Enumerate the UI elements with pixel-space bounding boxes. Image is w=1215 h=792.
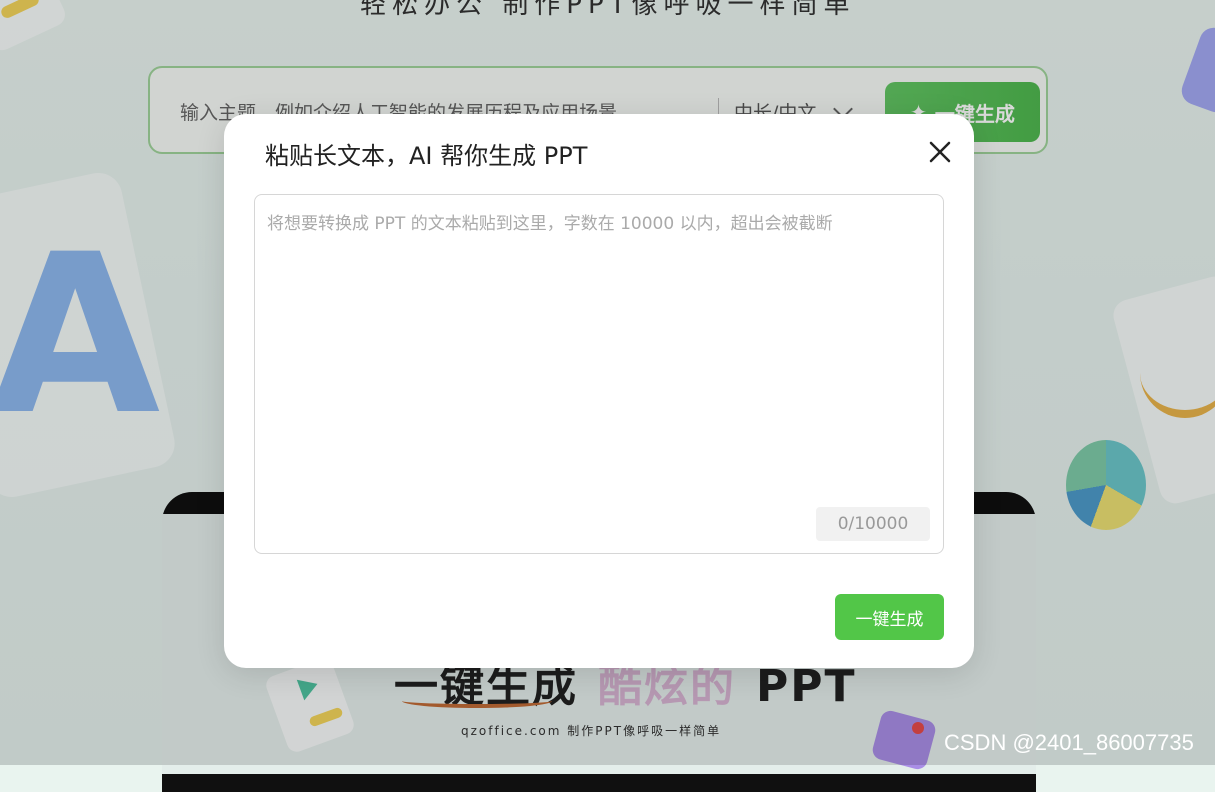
dialog-title: 粘贴长文本，AI 帮你生成 PPT <box>265 142 588 170</box>
generate-ppt-button[interactable]: 一键生成 <box>835 594 944 640</box>
close-icon[interactable] <box>926 138 954 166</box>
char-counter: 0/10000 <box>816 507 930 541</box>
paste-text-dialog: 粘贴长文本，AI 帮你生成 PPT 0/10000 一键生成 <box>224 114 974 668</box>
long-text-input[interactable] <box>254 194 944 554</box>
watermark: CSDN @2401_86007735 <box>944 730 1194 755</box>
